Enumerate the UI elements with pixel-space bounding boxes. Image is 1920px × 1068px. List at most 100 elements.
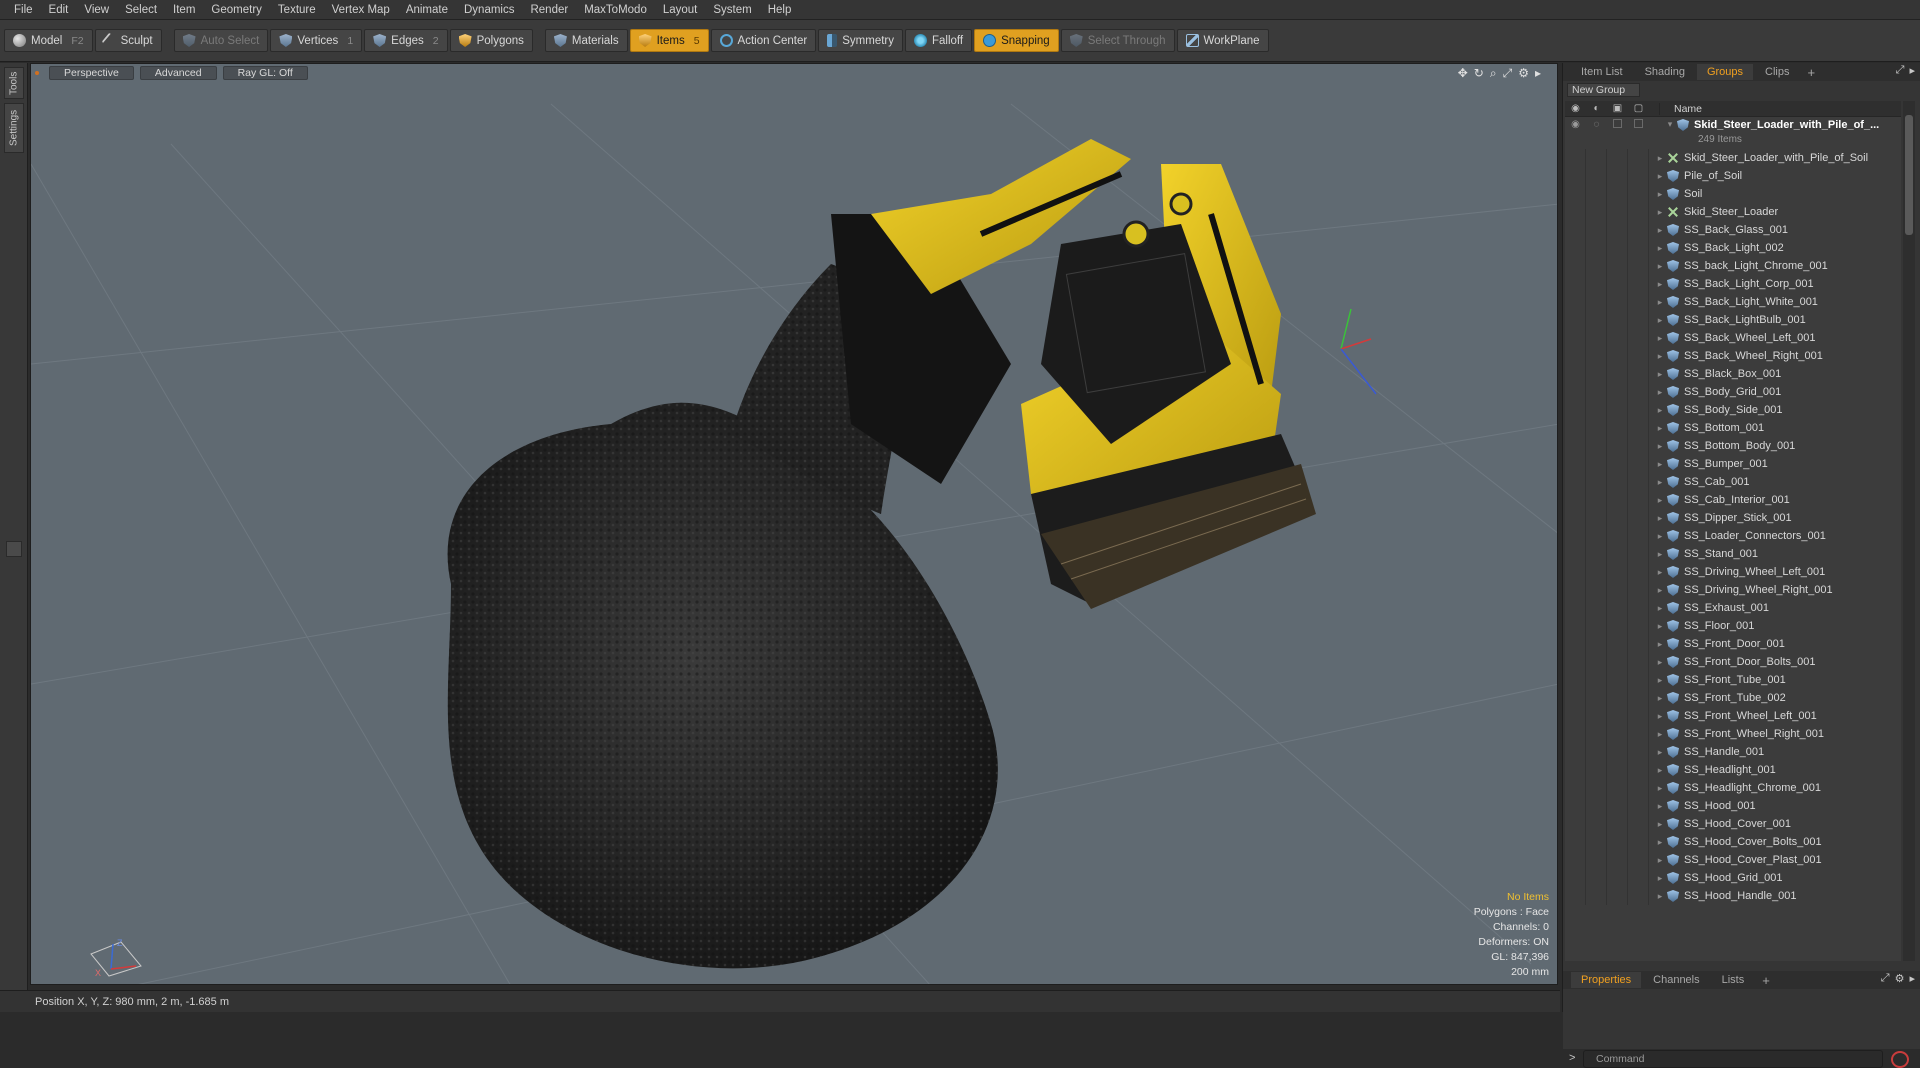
3d-viewport[interactable]: Z X Perspective Advanced Ray GL: Off ✥ ↻… bbox=[30, 63, 1558, 985]
expand-icon[interactable]: ▸ bbox=[1655, 747, 1665, 758]
group-item-row[interactable]: ▸ SS_Hood_Cover_Plast_001 bbox=[1565, 851, 1901, 869]
new-group-button[interactable]: New Group bbox=[1567, 83, 1641, 97]
expand-icon[interactable]: ▸ bbox=[1655, 315, 1665, 326]
expand-icon[interactable]: ▸ bbox=[1655, 369, 1665, 380]
group-item-row[interactable]: ▸ SS_Driving_Wheel_Right_001 bbox=[1565, 581, 1901, 599]
add-tab-icon[interactable]: + bbox=[1801, 65, 1821, 80]
group-item-row[interactable]: ▸ SS_Exhaust_001 bbox=[1565, 599, 1901, 617]
group-item-row[interactable]: ▸ SS_Front_Tube_001 bbox=[1565, 671, 1901, 689]
expand-icon[interactable]: ▸ bbox=[1655, 333, 1665, 344]
expand-icon[interactable]: ▸ bbox=[1655, 657, 1665, 668]
expand-icon[interactable]: ▸ bbox=[1655, 603, 1665, 614]
model-button[interactable]: Model F2 bbox=[4, 29, 93, 52]
group-item-row[interactable]: ▸ SS_Body_Side_001 bbox=[1565, 401, 1901, 419]
expand-icon[interactable]: ▸ bbox=[1655, 243, 1665, 254]
command-input[interactable]: Command bbox=[1583, 1050, 1883, 1068]
expand-icon[interactable]: ▸ bbox=[1655, 477, 1665, 488]
render-column-icon[interactable]: ◐ bbox=[1586, 103, 1607, 114]
arrow-right-icon[interactable]: ▸ bbox=[1535, 66, 1541, 80]
visibility-eye-icon[interactable]: ◉ bbox=[1565, 119, 1586, 130]
expand-icon[interactable]: ▸ bbox=[1655, 873, 1665, 884]
groups-tree[interactable]: ◉ ◐ ▣ ▢ Name ◉ ◌ ▾ Skid_Steer_Loader_wit… bbox=[1565, 101, 1901, 961]
group-item-row[interactable]: ▸ SS_Back_Light_Corp_001 bbox=[1565, 275, 1901, 293]
render-toggle-icon[interactable]: ◌ bbox=[1586, 119, 1607, 130]
expand-icon[interactable]: ▸ bbox=[1655, 819, 1665, 830]
expand-icon[interactable]: ▸ bbox=[1655, 693, 1665, 704]
group-item-row[interactable]: ▸ SS_Floor_001 bbox=[1565, 617, 1901, 635]
tab-groups[interactable]: Groups bbox=[1696, 64, 1754, 80]
group-item-row[interactable]: ▸ Skid_Steer_Loader bbox=[1565, 203, 1901, 221]
panel-menu-icon[interactable]: ▸ bbox=[1909, 972, 1915, 985]
panel-collapse-handle[interactable] bbox=[6, 541, 22, 557]
expand-icon[interactable]: ▸ bbox=[1655, 153, 1665, 164]
menu-file[interactable]: File bbox=[6, 0, 41, 20]
symmetry-button[interactable]: Symmetry bbox=[818, 29, 903, 52]
falloff-button[interactable]: Falloff bbox=[904, 29, 973, 52]
menu-help[interactable]: Help bbox=[760, 0, 800, 20]
expand-icon[interactable]: ▸ bbox=[1655, 711, 1665, 722]
group-item-row[interactable]: ▸ Skid_Steer_Loader_with_Pile_of_Soil bbox=[1565, 149, 1901, 167]
expand-icon[interactable]: ▸ bbox=[1655, 297, 1665, 308]
expand-icon[interactable]: ▸ bbox=[1655, 513, 1665, 524]
group-item-row[interactable]: ▸ SS_Front_Wheel_Right_001 bbox=[1565, 725, 1901, 743]
menu-edit[interactable]: Edit bbox=[41, 0, 77, 20]
name-column-header[interactable]: Name bbox=[1659, 102, 1702, 115]
tab-properties[interactable]: Properties bbox=[1571, 972, 1642, 988]
items-button[interactable]: Items 5 bbox=[629, 29, 709, 52]
group-item-row[interactable]: ▸ SS_Front_Door_001 bbox=[1565, 635, 1901, 653]
expand-icon[interactable]: ▸ bbox=[1655, 855, 1665, 866]
group-item-row[interactable]: ▸ SS_Hood_Handle_001 bbox=[1565, 887, 1901, 905]
add-tab-icon[interactable]: + bbox=[1756, 973, 1776, 988]
group-item-row[interactable]: ▸ SS_Hood_Grid_001 bbox=[1565, 869, 1901, 887]
expand-icon[interactable]: ▸ bbox=[1655, 495, 1665, 506]
expand-icon[interactable]: ▸ bbox=[1655, 801, 1665, 812]
expand-icon[interactable]: ▸ bbox=[1655, 189, 1665, 200]
workplane-button[interactable]: WorkPlane bbox=[1176, 29, 1269, 52]
select-through-button[interactable]: Select Through bbox=[1060, 29, 1175, 52]
command-history-button[interactable] bbox=[1891, 1051, 1909, 1068]
group-item-row[interactable]: ▸ SS_Front_Wheel_Left_001 bbox=[1565, 707, 1901, 725]
expand-icon[interactable]: ▸ bbox=[1655, 639, 1665, 650]
select-column-icon[interactable]: ▢ bbox=[1628, 103, 1649, 114]
tab-channels[interactable]: Channels bbox=[1643, 972, 1709, 988]
expand-icon[interactable]: ▸ bbox=[1655, 423, 1665, 434]
expand-icon[interactable]: ▸ bbox=[1655, 675, 1665, 686]
group-item-row[interactable]: ▸ SS_Cab_001 bbox=[1565, 473, 1901, 491]
polygons-button[interactable]: Polygons bbox=[449, 29, 533, 52]
group-item-row[interactable]: ▸ SS_Front_Door_Bolts_001 bbox=[1565, 653, 1901, 671]
sculpt-button[interactable]: Sculpt bbox=[94, 29, 162, 52]
materials-button[interactable]: Materials bbox=[544, 29, 628, 52]
expand-icon[interactable]: ▸ bbox=[1655, 891, 1665, 902]
panel-menu-icon[interactable]: ▸ bbox=[1909, 64, 1915, 77]
group-item-row[interactable]: ▸ SS_Bumper_001 bbox=[1565, 455, 1901, 473]
group-item-row[interactable]: ▸ SS_Back_LightBulb_001 bbox=[1565, 311, 1901, 329]
scene-render[interactable]: Z X bbox=[31, 64, 1558, 985]
view-type-dropdown[interactable]: Perspective bbox=[49, 66, 134, 80]
settings-tab[interactable]: Settings bbox=[4, 103, 24, 153]
group-item-row[interactable]: ▸ SS_back_Light_Chrome_001 bbox=[1565, 257, 1901, 275]
gear-icon[interactable]: ⚙ bbox=[1518, 66, 1529, 80]
collapse-icon[interactable]: ▾ bbox=[1665, 119, 1675, 130]
group-item-row[interactable]: ▸ SS_Back_Light_White_001 bbox=[1565, 293, 1901, 311]
tree-scrollbar-thumb[interactable] bbox=[1905, 115, 1913, 235]
group-item-row[interactable]: ▸ SS_Back_Glass_001 bbox=[1565, 221, 1901, 239]
group-item-row[interactable]: ▸ SS_Headlight_001 bbox=[1565, 761, 1901, 779]
menu-system[interactable]: System bbox=[705, 0, 759, 20]
menu-dynamics[interactable]: Dynamics bbox=[456, 0, 522, 20]
menu-render[interactable]: Render bbox=[522, 0, 576, 20]
group-item-row[interactable]: ▸ SS_Handle_001 bbox=[1565, 743, 1901, 761]
menu-select[interactable]: Select bbox=[117, 0, 165, 20]
expand-icon[interactable]: ▸ bbox=[1655, 765, 1665, 776]
group-item-row[interactable]: ▸ SS_Front_Tube_002 bbox=[1565, 689, 1901, 707]
menu-geometry[interactable]: Geometry bbox=[203, 0, 270, 20]
expand-icon[interactable]: ▸ bbox=[1655, 405, 1665, 416]
pop-out-icon[interactable]: ⤢ bbox=[1896, 64, 1905, 77]
group-item-row[interactable]: ▸ SS_Back_Light_002 bbox=[1565, 239, 1901, 257]
pop-out-icon[interactable]: ⤢ bbox=[1881, 972, 1890, 985]
tab-item-list[interactable]: Item List bbox=[1571, 64, 1633, 80]
tab-clips[interactable]: Clips bbox=[1755, 64, 1799, 80]
expand-icon[interactable]: ▸ bbox=[1655, 351, 1665, 362]
expand-icon[interactable]: ▸ bbox=[1655, 171, 1665, 182]
group-item-row[interactable]: ▸ SS_Bottom_Body_001 bbox=[1565, 437, 1901, 455]
tab-lists[interactable]: Lists bbox=[1712, 972, 1755, 988]
